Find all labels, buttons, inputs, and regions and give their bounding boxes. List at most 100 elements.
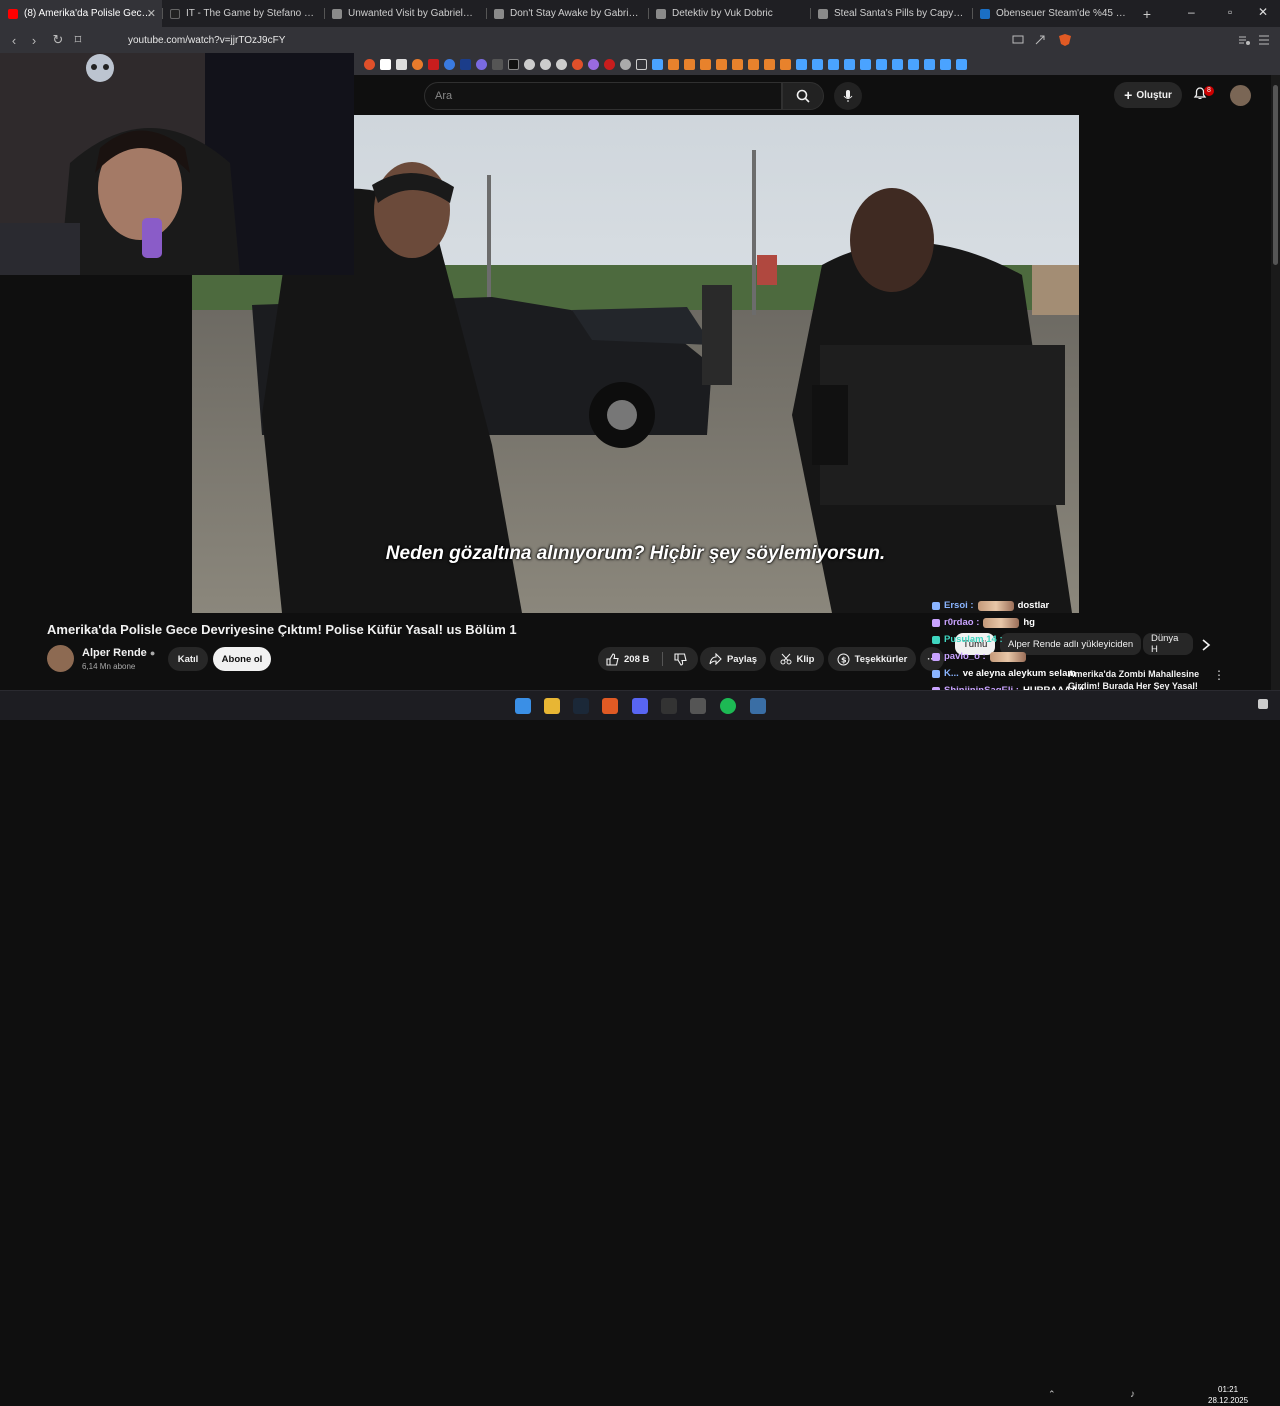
bookmark-red-icon[interactable] [428, 58, 439, 70]
tab-dont-stay-awake[interactable]: Don't Stay Awake by GabrielndjIdc [486, 0, 648, 27]
bookmark-purple-icon[interactable] [476, 58, 487, 70]
tab-steal-santas-pills[interactable]: Steal Santa's Pills by Capybaraforce [810, 0, 972, 27]
channel-avatar[interactable] [47, 645, 74, 672]
more-vert-icon[interactable]: ⋮ [1213, 668, 1225, 682]
bookmark-check-icon[interactable] [812, 58, 823, 70]
thanks-button[interactable]: $ Teşekkürler [828, 647, 916, 671]
tab-obenseuer-steam[interactable]: Obenseuer Steam'de %45 İndirimli [972, 0, 1134, 27]
forward-icon[interactable]: › [24, 33, 44, 48]
settings-app-icon[interactable] [750, 698, 766, 714]
maximize-button[interactable]: ▫ [1228, 5, 1232, 19]
like-button[interactable]: 208 B [598, 647, 698, 671]
cast-icon[interactable] [1012, 34, 1024, 46]
page-scrollbar[interactable] [1271, 75, 1280, 690]
bookmark-itch-icon[interactable] [684, 58, 695, 70]
svg-text:$: $ [841, 655, 847, 664]
bookmark-check-icon[interactable] [908, 58, 919, 70]
bookmark-itch-icon[interactable] [764, 58, 775, 70]
system-clock[interactable]: 01:21 28.12.2025 [1208, 1384, 1248, 1406]
bookmark-itch-icon[interactable] [700, 58, 711, 70]
bookmark-steam-icon[interactable] [524, 58, 535, 70]
spotify-icon[interactable] [720, 698, 736, 714]
volume-icon[interactable]: ♪ [1130, 1389, 1135, 1400]
bookmark-itch-icon[interactable] [748, 58, 759, 70]
steam-icon[interactable] [573, 698, 589, 714]
bookmark-nfl-icon[interactable] [460, 58, 471, 70]
tab-detektiv[interactable]: Detektiv by Vuk Dobric [648, 0, 810, 27]
bookmark-check-icon[interactable] [924, 58, 935, 70]
clock-time: 01:21 [1218, 1385, 1239, 1394]
bookmark-feather-icon[interactable] [588, 58, 599, 70]
scrollbar-thumb[interactable] [1273, 85, 1278, 265]
chevron-up-icon[interactable]: ⌃ [1048, 1389, 1056, 1400]
voice-search-button[interactable] [834, 82, 862, 110]
minimize-button[interactable]: – [1188, 5, 1195, 19]
thanks-label: Teşekkürler [854, 653, 908, 665]
bookmark-reddit-icon[interactable] [364, 58, 375, 70]
account-avatar[interactable] [1230, 85, 1251, 106]
bookmark-check-icon[interactable] [828, 58, 839, 70]
bookmark-amazon-icon[interactable] [396, 58, 407, 70]
tab-unwanted-visit[interactable]: Unwanted Visit by GabrielndjIdc [324, 0, 486, 27]
close-icon[interactable]: ✕ [147, 7, 156, 20]
bookmark-play-icon[interactable] [444, 58, 455, 70]
file-explorer-icon[interactable] [544, 698, 560, 714]
folder-icon[interactable] [636, 58, 647, 70]
bookmark-steam-icon[interactable] [556, 58, 567, 70]
obs-icon[interactable] [661, 698, 677, 714]
subscribe-button[interactable]: Abone ol [213, 647, 271, 671]
bookmark-check-icon[interactable] [876, 58, 887, 70]
webcam-overlay [0, 53, 354, 275]
bookmark-red-icon[interactable] [604, 58, 615, 70]
bookmark-orange-icon[interactable] [412, 58, 423, 70]
channel-name-text: Alper Rende [82, 647, 147, 659]
clip-button[interactable]: Klip [770, 647, 824, 671]
bookmark-steam-icon[interactable] [540, 58, 551, 70]
create-button[interactable]: + Oluştur [1114, 82, 1182, 108]
tab-it-game[interactable]: IT - The Game by Stefano Cagnani V [162, 0, 324, 27]
bookmark-itch-icon[interactable] [780, 58, 791, 70]
bookmark-itch-icon[interactable] [732, 58, 743, 70]
back-icon[interactable]: ‹ [4, 33, 24, 48]
webcam-feed [0, 53, 354, 275]
bookmark-kick-icon[interactable] [508, 58, 519, 70]
close-window-button[interactable]: ✕ [1258, 5, 1268, 19]
new-tab-button[interactable]: + [1134, 6, 1160, 22]
discord-icon[interactable] [632, 698, 648, 714]
search-button[interactable] [782, 82, 824, 110]
share-arrow-icon [709, 653, 722, 665]
playlist-icon[interactable] [1238, 34, 1250, 46]
channel-name[interactable]: Alper Rende ● [82, 647, 155, 659]
bookmark-itch-icon[interactable] [652, 58, 663, 70]
bookmark-p-icon[interactable] [380, 58, 391, 70]
bookmark-reddit-icon[interactable] [572, 58, 583, 70]
brave-shield-icon[interactable] [1058, 33, 1072, 47]
share-icon[interactable] [1034, 34, 1046, 46]
bookmark-icon[interactable]: ⌑ [68, 32, 88, 48]
bookmark-itch-icon[interactable] [668, 58, 679, 70]
bookmark-check-icon[interactable] [892, 58, 903, 70]
url-field[interactable]: youtube.com/watch?v=jjrTOzJ9cFY [128, 35, 285, 46]
bookmark-check-icon[interactable] [940, 58, 951, 70]
bookmark-gray-icon[interactable] [492, 58, 503, 70]
brave-icon[interactable] [602, 698, 618, 714]
bookmark-check-icon[interactable] [796, 58, 807, 70]
itch-favicon-icon [332, 8, 342, 19]
notification-center-icon[interactable] [1258, 699, 1268, 709]
join-button[interactable]: Katıl [168, 647, 208, 671]
chevron-right-icon[interactable] [1201, 639, 1211, 651]
app-icon[interactable] [690, 698, 706, 714]
reload-icon[interactable]: ↻ [48, 32, 68, 48]
tab-youtube-video[interactable]: (8) Amerika'da Polisle Gece Devriyesine … [0, 0, 162, 27]
menu-icon[interactable] [1258, 34, 1270, 46]
search-input[interactable]: Ara [424, 82, 782, 110]
chip-world[interactable]: Dünya H [1143, 633, 1193, 655]
bookmark-gear-icon[interactable] [620, 58, 631, 70]
thumbs-down-icon[interactable] [674, 652, 688, 666]
bookmark-check-icon[interactable] [956, 58, 967, 70]
bookmark-check-icon[interactable] [844, 58, 855, 70]
windows-start-icon[interactable] [515, 698, 531, 714]
share-button[interactable]: Paylaş [700, 647, 766, 671]
bookmark-check-icon[interactable] [860, 58, 871, 70]
bookmark-itch-icon[interactable] [716, 58, 727, 70]
